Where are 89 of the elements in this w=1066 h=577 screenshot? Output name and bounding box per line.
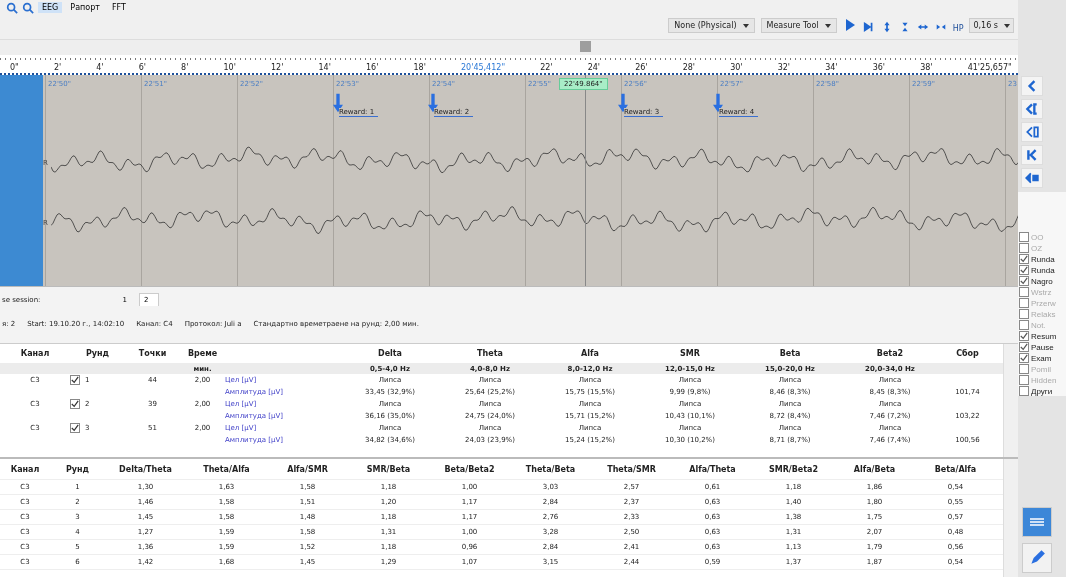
toolbar-button[interactable]: FFT <box>107 2 130 13</box>
ruler-label: 28' <box>682 63 696 72</box>
ruler-label: 32' <box>777 63 791 72</box>
event-filter-checkbox[interactable]: Exam <box>1019 353 1066 363</box>
previous-button[interactable] <box>1021 76 1043 96</box>
checkmark-icon <box>71 424 79 432</box>
column-header: Рунд <box>84 349 111 358</box>
event-filter-checkbox[interactable]: Pause <box>1019 342 1066 352</box>
column-header: Канал <box>9 464 41 474</box>
checkmark-icon <box>71 400 79 408</box>
zoom-out-icon[interactable] <box>22 2 34 14</box>
column-header: Alfa/SMR <box>286 464 329 474</box>
pencil-icon <box>1028 549 1046 567</box>
ruler-label: 41'25,657" <box>967 63 1012 72</box>
toolbar-button[interactable]: Рапорт <box>66 2 104 13</box>
ruler-label: 38' <box>920 63 933 72</box>
tool-dropdown[interactable]: Measure Tool <box>760 18 837 33</box>
ruler-label: 12' <box>271 63 284 72</box>
column-header: Beta2 <box>875 349 905 358</box>
ruler-label: 30' <box>730 63 743 72</box>
ruler-label: 4' <box>96 63 104 72</box>
vertical-scrollbar[interactable] <box>1003 459 1018 577</box>
column-header: Alfa <box>580 349 600 358</box>
hp-label: HP <box>952 24 964 33</box>
back-marker-button[interactable] <box>1021 168 1043 188</box>
ruler-label: 24' <box>587 63 601 72</box>
vertical-scrollbar[interactable] <box>1003 344 1018 457</box>
ruler-label: 6' <box>138 63 146 72</box>
column-header: Theta/SMR <box>606 464 657 474</box>
skip-start-icon <box>1026 149 1038 161</box>
round-checkbox[interactable] <box>70 423 80 433</box>
event-filter-checkbox[interactable]: Runda <box>1019 254 1066 264</box>
column-header: Точки <box>137 349 168 358</box>
column-header: Време <box>186 349 219 358</box>
column-header: Beta/Alfa <box>933 464 978 474</box>
ruler-label: 10' <box>223 63 236 72</box>
ruler-label: 18' <box>413 63 426 72</box>
chevron-page-icon <box>1025 126 1039 138</box>
back-marker-icon <box>1025 172 1039 184</box>
montage-dropdown[interactable]: None (Physical) <box>668 18 755 33</box>
ruler-label: 36' <box>872 63 886 72</box>
ruler-label: 8' <box>181 63 189 72</box>
event-filter-checkbox[interactable]: Resum <box>1019 331 1066 341</box>
column-header: Alfa/Theta <box>688 464 737 474</box>
ruler-label: 34' <box>825 63 838 72</box>
zoom-in-icon[interactable] <box>6 2 18 14</box>
checkmark-icon <box>71 376 79 384</box>
column-header: Рунд <box>64 464 91 474</box>
dropdown-arrow-icon <box>742 23 749 28</box>
column-header: Delta <box>377 349 403 358</box>
chevron-bracket-icon <box>1025 103 1039 115</box>
step-icon[interactable] <box>862 21 875 33</box>
column-header: Theta/Alfa <box>202 464 251 474</box>
chevron-left-icon <box>1026 80 1038 92</box>
column-header: SMR/Beta2 <box>767 464 820 474</box>
lines-icon <box>1028 517 1046 527</box>
ruler-label: 16' <box>366 63 379 72</box>
time-scrollbar[interactable] <box>0 40 1018 55</box>
column-header: Theta <box>476 349 504 358</box>
column-header: Beta <box>778 349 802 358</box>
event-filter-checkbox[interactable]: Nagro <box>1019 276 1066 286</box>
column-header: SMR <box>679 349 701 358</box>
column-header: Alfa/Beta <box>852 464 897 474</box>
event-filter-checkbox[interactable]: Runda <box>1019 265 1066 275</box>
ruler-label: 2' <box>53 63 62 72</box>
column-header: SMR/Beta <box>365 464 412 474</box>
table-view-button[interactable] <box>1022 507 1052 537</box>
round-checkbox[interactable] <box>70 375 80 385</box>
ruler-label: 20'45,412" <box>461 63 506 72</box>
toolbar-button[interactable]: EEG <box>38 2 63 13</box>
hp-dropdown[interactable]: 0,16 s <box>969 18 1014 33</box>
dropdown-arrow-icon <box>824 23 831 28</box>
ruler-label: 22' <box>540 63 553 72</box>
scroll-thumb[interactable] <box>580 41 591 52</box>
column-header: Delta/Theta <box>118 464 173 474</box>
ruler-label: 14' <box>318 63 331 72</box>
ruler-label: 26' <box>635 63 648 72</box>
ruler-label: 0" <box>10 63 19 72</box>
column-header: Сбор <box>955 349 980 358</box>
edit-button[interactable] <box>1022 543 1052 573</box>
event-filter-checkbox[interactable]: Други <box>1019 386 1066 396</box>
dropdown-arrow-icon <box>1004 23 1010 28</box>
round-checkbox[interactable] <box>70 399 80 409</box>
column-header: Theta/Beta <box>524 464 577 474</box>
column-header: Канал <box>19 349 51 358</box>
first-button[interactable] <box>1021 145 1043 165</box>
column-header: Beta/Beta2 <box>443 464 496 474</box>
previous-segment-button[interactable] <box>1021 99 1043 119</box>
previous-page-button[interactable] <box>1021 122 1043 142</box>
